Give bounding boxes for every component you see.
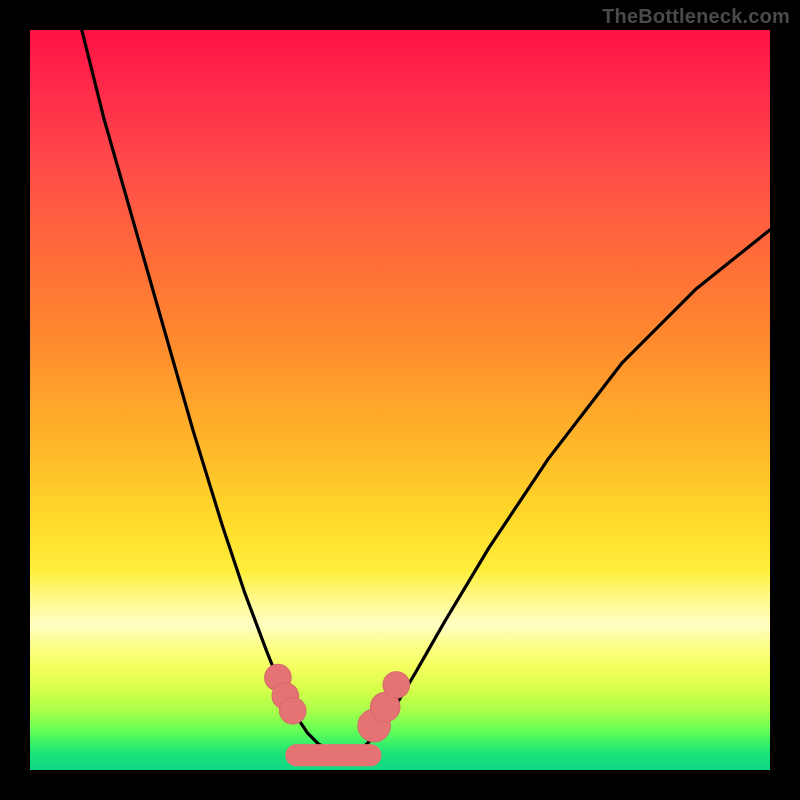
curve-marker-5 bbox=[383, 672, 410, 699]
curve-left-branch bbox=[82, 30, 348, 755]
curve-right-branch bbox=[348, 230, 770, 755]
curve-marker-2 bbox=[279, 698, 306, 725]
chart-frame: TheBottleneck.com bbox=[0, 0, 800, 800]
plot-area bbox=[30, 30, 770, 770]
curves-svg bbox=[30, 30, 770, 770]
watermark-text: TheBottleneck.com bbox=[602, 6, 790, 29]
